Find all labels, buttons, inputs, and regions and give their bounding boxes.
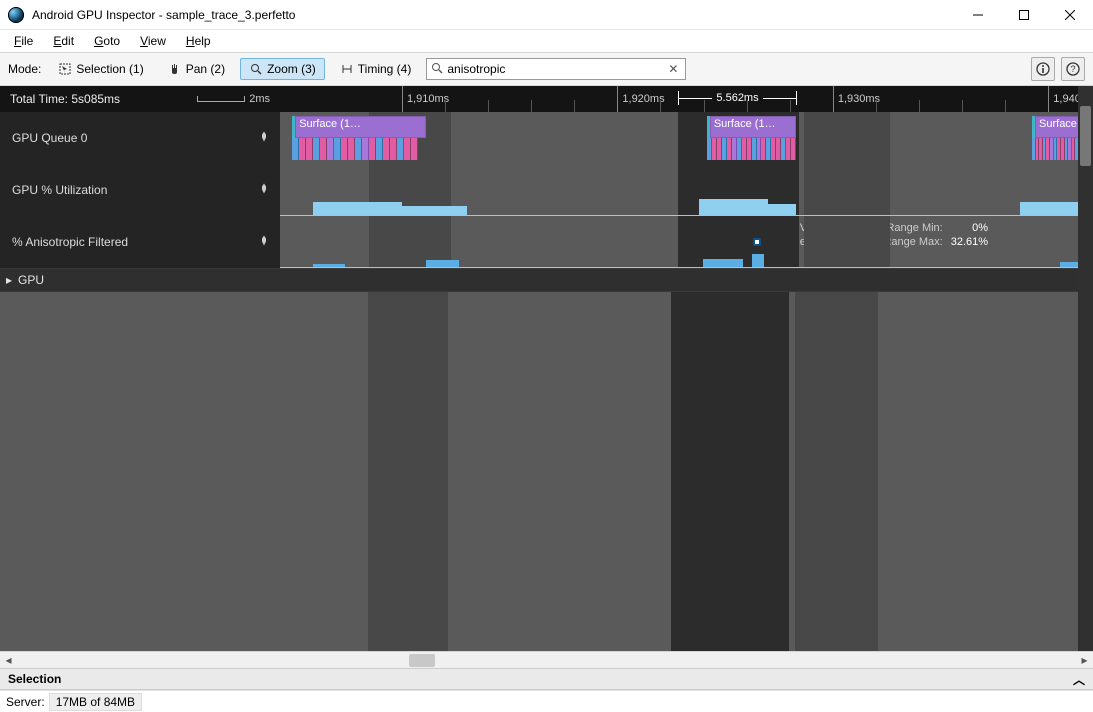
surface-block[interactable]: Surface (1… [292, 116, 426, 138]
tree-gpu-label: GPU [18, 273, 44, 287]
selection-panel-title: Selection [8, 672, 61, 686]
menubar: File Edit Goto View Help [0, 30, 1093, 52]
mode-timing-label: Timing (4) [358, 62, 412, 76]
titlebar: Android GPU Inspector - sample_trace_3.p… [0, 0, 1093, 30]
scroll-right-icon[interactable]: ▸ [1076, 652, 1093, 669]
track-anisotropic-filtered: % Anisotropic Filtered Value:32.61% Rang… [0, 216, 1093, 268]
menu-help[interactable]: Help [178, 32, 219, 50]
ruler-tick: 1,910ms [402, 86, 449, 112]
utilization-bar[interactable] [313, 202, 402, 216]
maximize-button[interactable] [1001, 0, 1047, 30]
surface-stripes[interactable] [707, 138, 796, 160]
total-time-label: Total Time: 5s085ms 2ms [0, 86, 280, 112]
selection-panel-header[interactable]: Selection ︿ [0, 668, 1093, 690]
pin-icon[interactable] [258, 131, 270, 146]
menu-file[interactable]: File [6, 32, 41, 50]
search-box: ✕ [426, 58, 686, 80]
pin-icon[interactable] [258, 183, 270, 198]
track-gpu-queue-0: GPU Queue 0 Surface (1…Surface (1…Surfac… [0, 112, 1093, 164]
mode-label: Mode: [8, 62, 41, 76]
surface-stripes[interactable] [292, 138, 426, 160]
info-button[interactable] [1031, 57, 1055, 81]
server-label: Server: [6, 695, 45, 709]
server-value: 17MB of 84MB [49, 693, 142, 711]
window-title: Android GPU Inspector - sample_trace_3.p… [32, 8, 295, 22]
zoom-icon [249, 62, 263, 76]
utilization-bar[interactable] [1020, 202, 1081, 216]
mode-timing[interactable]: Timing (4) [331, 58, 421, 80]
selection-range-marker: 5.562ms [678, 88, 796, 108]
track-gpu-utilization: GPU % Utilization [0, 164, 1093, 216]
chevron-up-icon[interactable]: ︿ [1073, 671, 1085, 688]
timeline-panel[interactable]: Total Time: 5s085ms 2ms 1,910ms 1,920ms 1,… [0, 86, 1093, 651]
mode-pan[interactable]: Pan (2) [159, 58, 234, 80]
track-name[interactable]: GPU Queue 0 [0, 112, 280, 164]
close-button[interactable] [1047, 0, 1093, 30]
ruler: Total Time: 5s085ms 2ms 1,910ms 1,920ms 1,… [0, 86, 1093, 112]
surface-block[interactable]: Surface (1… [707, 116, 796, 138]
help-button[interactable]: ? [1061, 57, 1085, 81]
mode-selection[interactable]: Selection (1) [49, 58, 152, 80]
ruler-tick: 1,920ms [617, 86, 664, 112]
ruler-tick: 1,930ms [833, 86, 880, 112]
scale-label: 2ms [249, 93, 270, 105]
mode-zoom-label: Zoom (3) [267, 62, 316, 76]
vertical-scrollbar[interactable] [1078, 86, 1093, 651]
mode-selection-label: Selection (1) [76, 62, 143, 76]
minimize-button[interactable] [955, 0, 1001, 30]
tree-gpu[interactable]: ▸ GPU [0, 268, 1093, 292]
statusbar: Server: 17MB of 84MB [0, 690, 1093, 712]
menu-view[interactable]: View [132, 32, 174, 50]
value-indicator [753, 238, 761, 246]
search-icon [431, 62, 443, 77]
track-name[interactable]: GPU % Utilization [0, 164, 280, 216]
anisotropic-bar[interactable] [752, 254, 764, 268]
menu-edit[interactable]: Edit [45, 32, 82, 50]
chevron-right-icon: ▸ [6, 273, 18, 287]
scroll-left-icon[interactable]: ◂ [0, 652, 17, 669]
mode-zoom[interactable]: Zoom (3) [240, 58, 325, 80]
utilization-bar[interactable] [699, 199, 768, 216]
track-name[interactable]: % Anisotropic Filtered [0, 216, 280, 268]
search-input[interactable] [443, 62, 665, 76]
svg-text:?: ? [1070, 64, 1075, 74]
pan-icon [168, 62, 182, 76]
horizontal-scrollbar[interactable]: ◂ ▸ [0, 651, 1093, 668]
timing-icon [340, 62, 354, 76]
app-icon [8, 7, 24, 23]
pin-icon[interactable] [258, 235, 270, 250]
toolbar: Mode: Selection (1) Pan (2) Zoom (3) Tim… [0, 52, 1093, 86]
search-clear-icon[interactable]: ✕ [665, 62, 681, 76]
menu-goto[interactable]: Goto [86, 32, 128, 50]
selection-icon [58, 62, 72, 76]
mode-pan-label: Pan (2) [186, 62, 225, 76]
